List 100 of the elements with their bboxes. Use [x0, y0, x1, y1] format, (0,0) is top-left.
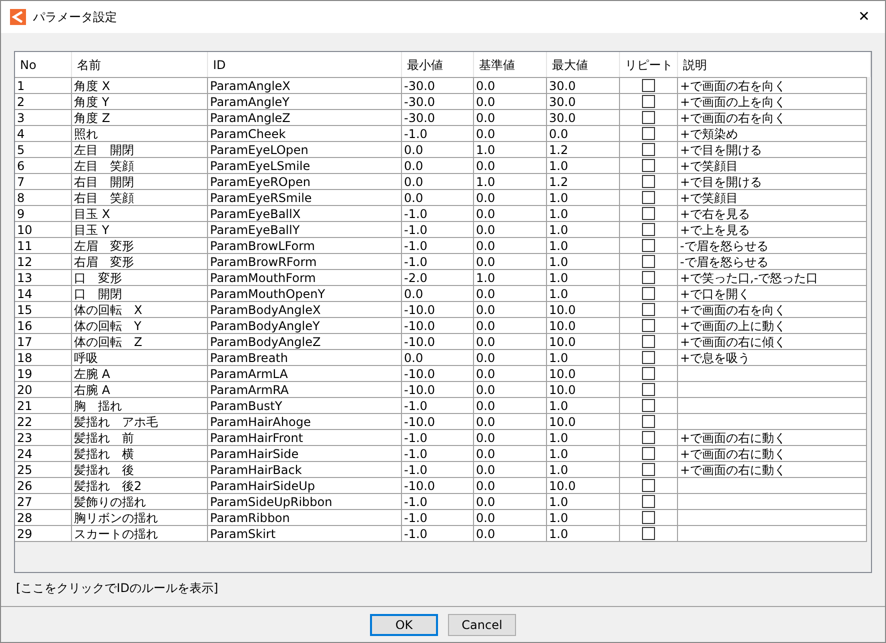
table-cell: 体の回転 Y: [74, 320, 142, 332]
table-cell: 1.0: [549, 512, 568, 524]
table-cell: -1.0: [404, 432, 428, 444]
table-cell: 27: [17, 496, 32, 508]
table-cell: 右目 開閉: [74, 176, 134, 188]
repeat-checkbox[interactable]: [642, 399, 655, 412]
repeat-checkbox[interactable]: [642, 511, 655, 524]
repeat-checkbox[interactable]: [642, 207, 655, 220]
table-cell: 30.0: [549, 96, 576, 108]
table-cell: 0.0: [549, 128, 568, 140]
repeat-checkbox[interactable]: [642, 479, 655, 492]
table-cell: 1.0: [549, 160, 568, 172]
table-cell: 13: [17, 272, 32, 284]
table-cell: ParamHairFront: [210, 432, 304, 444]
table-cell: +で画面の右に動く: [680, 448, 786, 460]
repeat-checkbox[interactable]: [642, 303, 655, 316]
table-cell: 1.0: [549, 224, 568, 236]
table-cell: 角度 Z: [74, 112, 110, 124]
table-cell: 1.0: [549, 352, 568, 364]
repeat-checkbox[interactable]: [642, 319, 655, 332]
table-cell: -で眉を怒らせる: [680, 256, 768, 268]
repeat-checkbox[interactable]: [642, 223, 655, 236]
table-cell: 0.0: [476, 96, 496, 108]
table-cell: 10.0: [549, 368, 576, 380]
repeat-checkbox[interactable]: [642, 351, 655, 364]
repeat-checkbox[interactable]: [642, 431, 655, 444]
table-cell: -30.0: [404, 96, 436, 108]
repeat-checkbox[interactable]: [642, 111, 655, 124]
table-cell: ParamEyeRSmile: [210, 192, 312, 204]
repeat-checkbox[interactable]: [642, 367, 655, 380]
table-cell: 0.0: [404, 192, 424, 204]
repeat-checkbox[interactable]: [642, 415, 655, 428]
table-cell: +で頬染め: [680, 128, 738, 140]
table-cell: +で画面の右に動く: [680, 432, 786, 444]
dialog-button[interactable]: Cancel: [448, 614, 516, 636]
repeat-checkbox[interactable]: [642, 95, 655, 108]
repeat-checkbox[interactable]: [642, 143, 655, 156]
repeat-checkbox[interactable]: [642, 463, 655, 476]
table-cell: 目玉 X: [74, 208, 110, 220]
id-rule-link[interactable]: [ここをクリックでIDのルールを表示]: [16, 579, 218, 597]
table-cell: 1.2: [549, 144, 568, 156]
table-cell: 0.0: [476, 368, 496, 380]
table-cell: 0.0: [476, 224, 496, 236]
table-cell: ParamEyeLOpen: [210, 144, 308, 156]
table-cell: 1.0: [476, 144, 496, 156]
table-cell: +で目を開ける: [680, 144, 762, 156]
dialog-button[interactable]: OK: [370, 614, 438, 636]
repeat-checkbox[interactable]: [642, 271, 655, 284]
table-cell: 12: [17, 256, 32, 268]
table-cell: -1.0: [404, 128, 428, 140]
table-cell: 髪揺れ 後2: [74, 480, 142, 492]
repeat-checkbox[interactable]: [642, 255, 655, 268]
table-cell: 3: [17, 112, 25, 124]
table-cell: 8: [17, 192, 25, 204]
close-button[interactable]: ✕: [852, 5, 876, 29]
repeat-checkbox[interactable]: [642, 383, 655, 396]
table-cell: 1.0: [549, 496, 568, 508]
repeat-checkbox[interactable]: [642, 447, 655, 460]
repeat-checkbox[interactable]: [642, 191, 655, 204]
repeat-checkbox[interactable]: [642, 335, 655, 348]
table-cell: 10.0: [549, 336, 576, 348]
table-cell: 0.0: [404, 288, 424, 300]
table-cell: 照れ: [74, 128, 98, 140]
table-cell: 髪揺れ 後: [74, 464, 134, 476]
repeat-checkbox[interactable]: [642, 527, 655, 540]
table-cell: -1.0: [404, 512, 428, 524]
table-cell: -10.0: [404, 368, 436, 380]
table-cell: ParamCheek: [210, 128, 286, 140]
table-cell: 1.0: [476, 272, 496, 284]
repeat-checkbox[interactable]: [642, 239, 655, 252]
table-cell: -1.0: [404, 464, 428, 476]
repeat-checkbox[interactable]: [642, 127, 655, 140]
table-cell: 10.0: [549, 416, 576, 428]
table-cell: 0.0: [476, 496, 496, 508]
repeat-checkbox[interactable]: [642, 159, 655, 172]
table-cell: ParamBrowLForm: [210, 240, 315, 252]
table-cell: 0.0: [476, 304, 496, 316]
table-cell: -10.0: [404, 384, 436, 396]
table-cell: 0.0: [476, 432, 496, 444]
table-cell: 6: [17, 160, 25, 172]
table-cell: -10.0: [404, 320, 436, 332]
table-cell: 24: [17, 448, 32, 460]
table-cell: +で画面の上に動く: [680, 320, 786, 332]
table-cell: 角度 X: [74, 80, 110, 92]
table-cell: 呼吸: [74, 352, 98, 364]
table-cell: +で笑顔目: [680, 192, 738, 204]
table-cell: 1.0: [549, 464, 568, 476]
table-cell: 0.0: [476, 528, 496, 540]
repeat-checkbox[interactable]: [642, 287, 655, 300]
table-cell: 30.0: [549, 112, 576, 124]
table-cell: 左眉 変形: [74, 240, 134, 252]
table-cell: 左目 開閉: [74, 144, 134, 156]
repeat-checkbox[interactable]: [642, 79, 655, 92]
table-cell: ParamBodyAngleX: [210, 304, 321, 316]
table-cell: 髪揺れ 横: [74, 448, 134, 460]
table-cell: 0.0: [476, 384, 496, 396]
repeat-checkbox[interactable]: [642, 495, 655, 508]
repeat-checkbox[interactable]: [642, 175, 655, 188]
table-cell: 髪揺れ アホ毛: [74, 416, 158, 428]
table-cell: 0.0: [476, 512, 496, 524]
